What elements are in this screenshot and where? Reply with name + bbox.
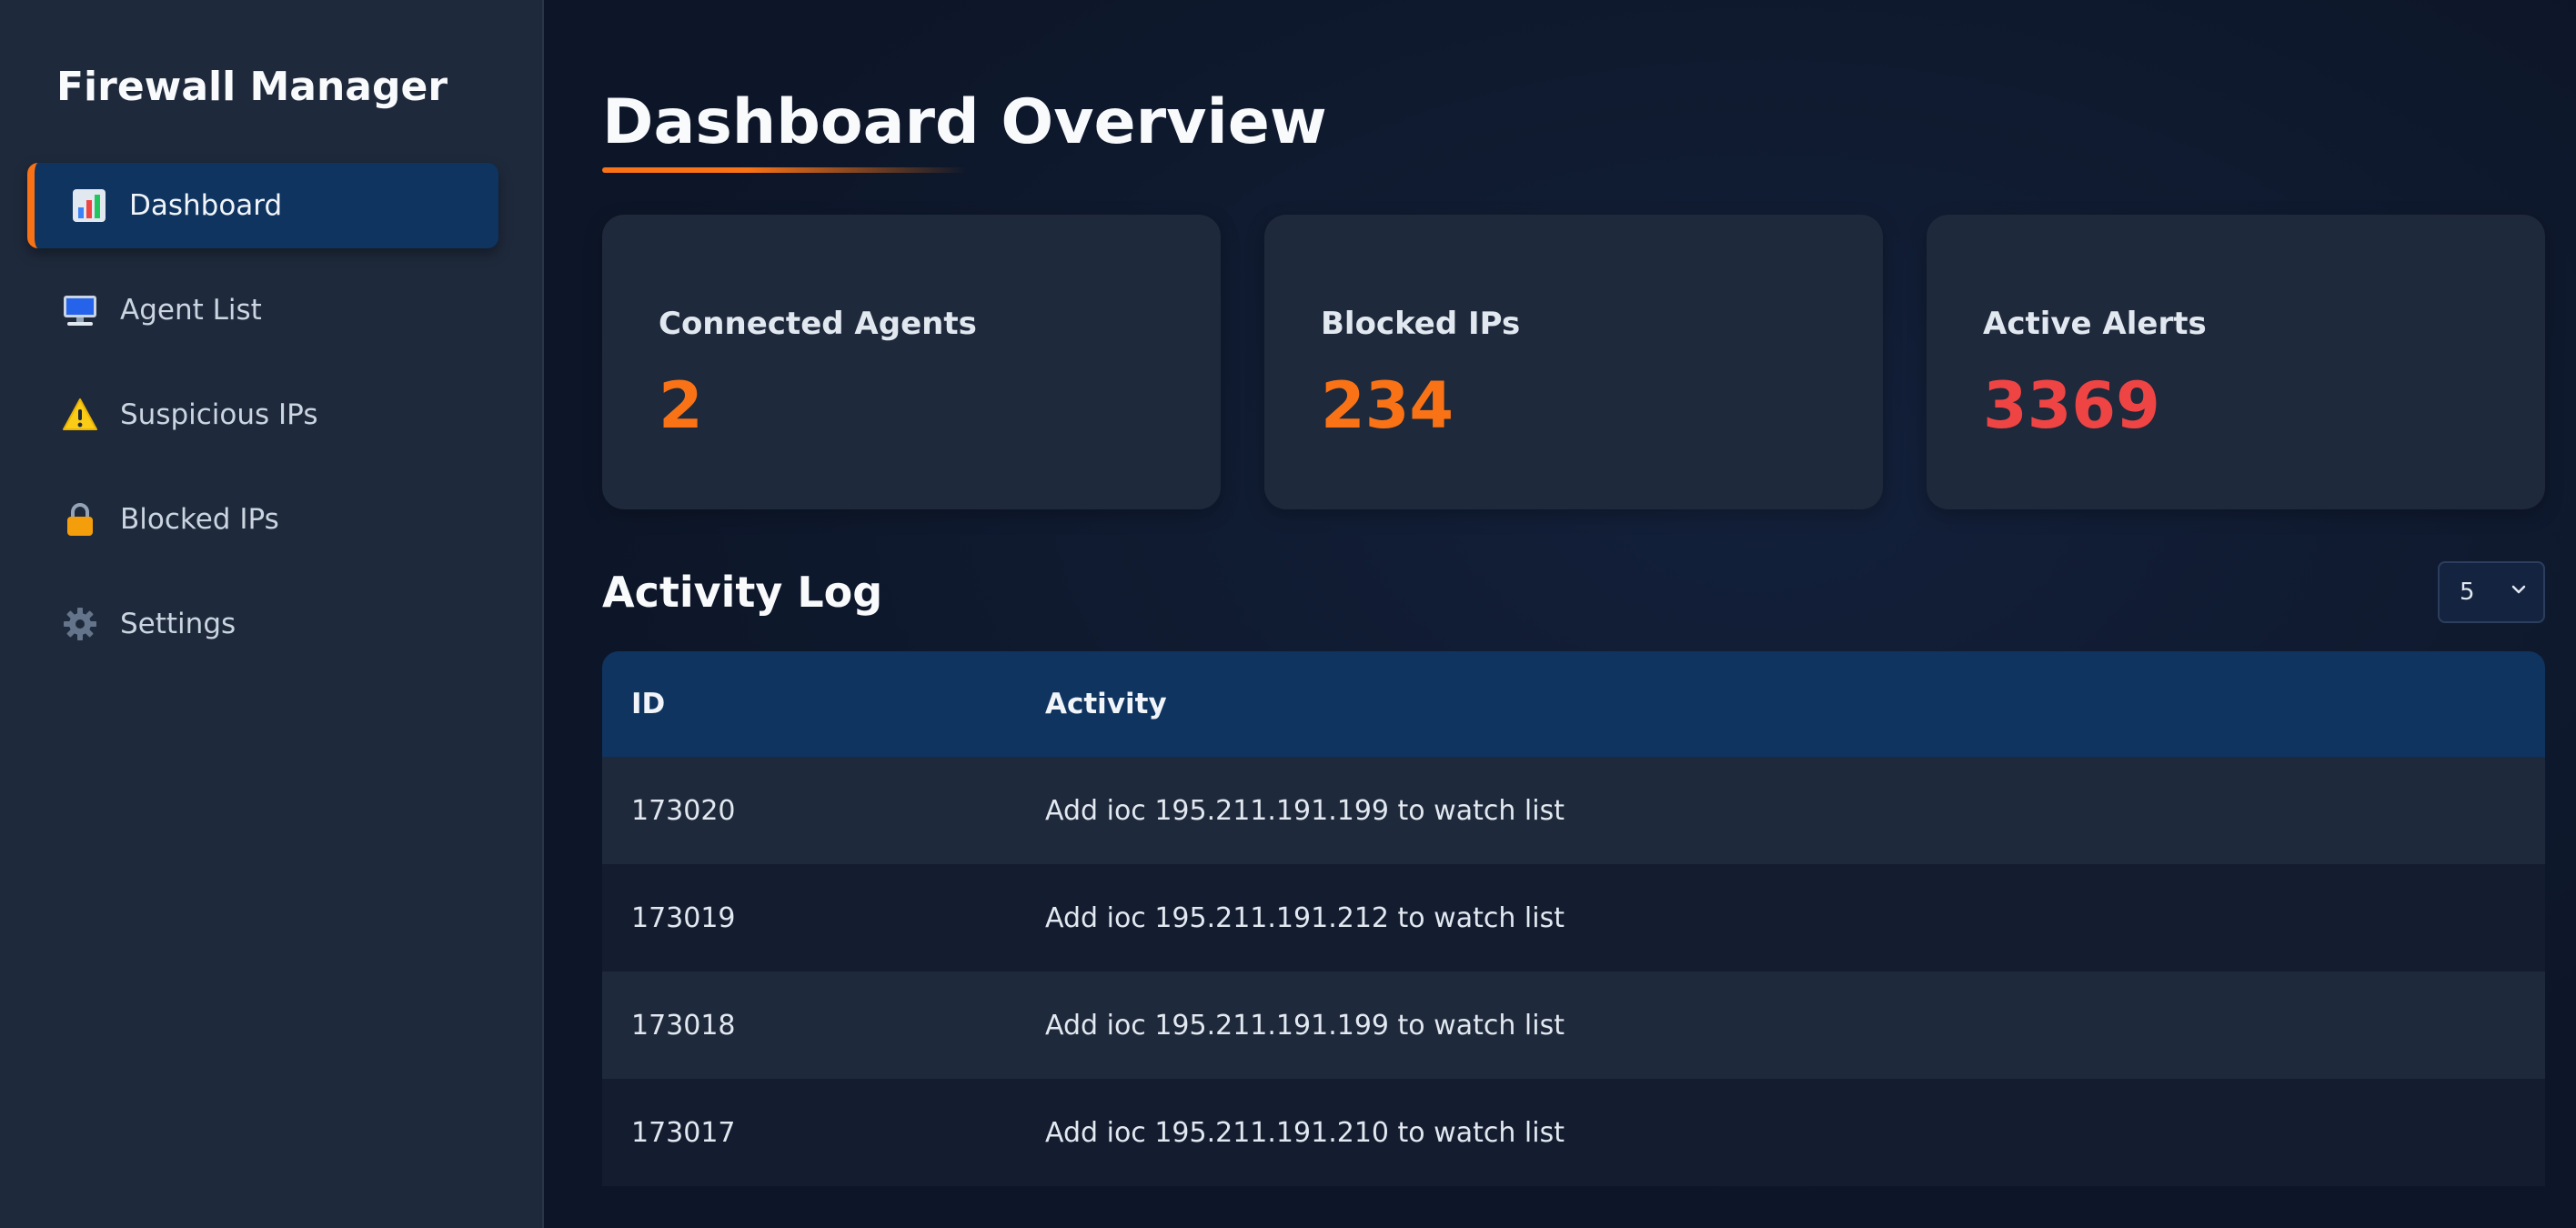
cell-activity: Add ioc 195.211.191.210 to watch list xyxy=(1045,1116,1565,1149)
title-underline xyxy=(602,167,966,173)
sidebar-item-dashboard[interactable]: Dashboard xyxy=(27,163,498,248)
cell-activity: Add ioc 195.211.191.212 to watch list xyxy=(1045,901,1565,934)
stat-label: Blocked IPs xyxy=(1321,306,1521,342)
sidebar-item-label: Dashboard xyxy=(129,189,283,222)
page-size-select[interactable]: 5 xyxy=(2438,561,2545,623)
lock-icon xyxy=(62,501,98,538)
sidebar: Firewall Manager Dashboard Agent List Su… xyxy=(0,0,544,1228)
stat-value: 234 xyxy=(1321,368,1454,443)
sidebar-item-blocked-ips[interactable]: Blocked IPs xyxy=(27,477,498,562)
column-header-id[interactable]: ID xyxy=(602,688,1045,720)
stat-label: Connected Agents xyxy=(659,306,977,342)
stat-card-blocked-ips: Blocked IPs 234 xyxy=(1264,215,1883,509)
app-root: Firewall Manager Dashboard Agent List Su… xyxy=(0,0,2576,1228)
brand-title: Firewall Manager xyxy=(56,64,448,110)
column-header-activity[interactable]: Activity xyxy=(1045,688,2545,720)
page-title: Dashboard Overview xyxy=(602,86,1327,158)
stat-value: 3369 xyxy=(1983,368,2160,443)
stats-row: Connected Agents 2 Blocked IPs 234 Activ… xyxy=(602,215,2545,509)
bar-chart-icon xyxy=(71,187,107,224)
sidebar-item-label: Agent List xyxy=(120,294,262,327)
sidebar-item-settings[interactable]: Settings xyxy=(27,581,498,667)
gear-icon xyxy=(62,606,98,642)
page-size-value: 5 xyxy=(2460,579,2475,606)
sidebar-nav: Dashboard Agent List Suspicious IPs Bloc… xyxy=(0,163,542,667)
stat-label: Active Alerts xyxy=(1983,306,2207,342)
table-row[interactable]: 173020 Add ioc 195.211.191.199 to watch … xyxy=(602,757,2545,864)
sidebar-item-label: Settings xyxy=(120,608,236,640)
activity-log-table: ID Activity 173020 Add ioc 195.211.191.1… xyxy=(602,651,2545,1186)
cell-id: 173020 xyxy=(631,794,736,827)
cell-id: 173019 xyxy=(631,901,736,934)
sidebar-item-label: Blocked IPs xyxy=(120,503,279,536)
table-row[interactable]: 173017 Add ioc 195.211.191.210 to watch … xyxy=(602,1079,2545,1186)
table-header: ID Activity xyxy=(602,651,2545,757)
cell-id: 173017 xyxy=(631,1116,736,1149)
cell-activity: Add ioc 195.211.191.199 to watch list xyxy=(1045,1009,1565,1042)
stat-card-connected-agents: Connected Agents 2 xyxy=(602,215,1221,509)
activity-log-header: Activity Log 5 xyxy=(602,560,2545,624)
chevron-down-icon xyxy=(2509,579,2529,606)
warning-icon xyxy=(62,397,98,433)
sidebar-item-label: Suspicious IPs xyxy=(120,398,318,431)
stat-card-active-alerts: Active Alerts 3369 xyxy=(1927,215,2545,509)
cell-activity: Add ioc 195.211.191.199 to watch list xyxy=(1045,794,1565,827)
cell-id: 173018 xyxy=(631,1009,736,1042)
monitor-icon xyxy=(62,292,98,328)
table-row[interactable]: 173018 Add ioc 195.211.191.199 to watch … xyxy=(602,971,2545,1079)
stat-value: 2 xyxy=(659,368,703,443)
main-content: Dashboard Overview Connected Agents 2 Bl… xyxy=(544,0,2576,1228)
table-row[interactable]: 173019 Add ioc 195.211.191.212 to watch … xyxy=(602,864,2545,971)
activity-log-title: Activity Log xyxy=(602,568,883,617)
sidebar-item-suspicious-ips[interactable]: Suspicious IPs xyxy=(27,372,498,458)
sidebar-item-agent-list[interactable]: Agent List xyxy=(27,267,498,353)
